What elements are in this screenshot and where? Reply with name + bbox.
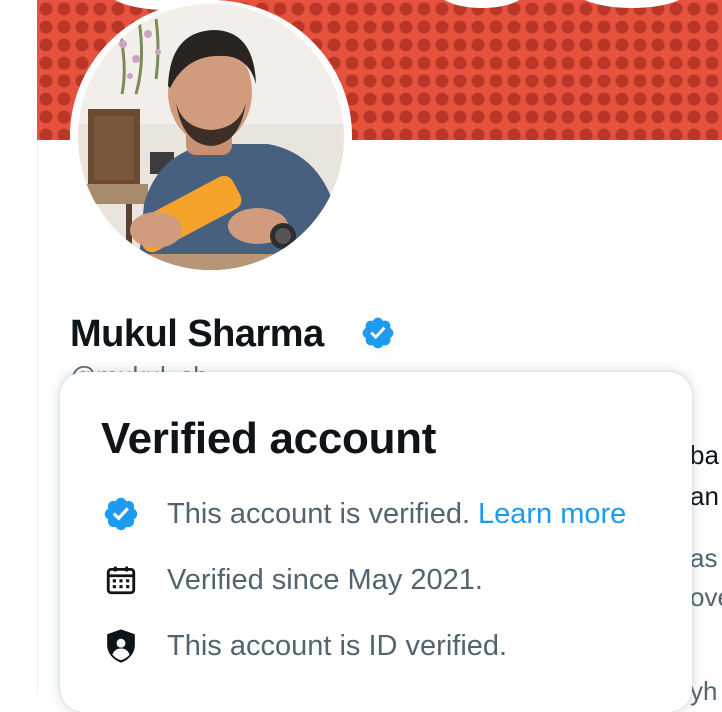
left-border [0, 0, 38, 694]
bio-text-fragment: yh [690, 676, 718, 706]
avatar[interactable] [78, 4, 344, 270]
popover-title: Verified account [101, 414, 437, 463]
bio-text-fragment: an [690, 481, 719, 511]
bio-text-fragment: ba [690, 440, 719, 470]
verified-text: This account is verified. [167, 497, 471, 530]
learn-more-link[interactable]: Learn more [478, 498, 626, 531]
profile-name: Mukul Sharma [70, 313, 324, 355]
bio-text-fragment: ove [690, 582, 722, 612]
id-shield-icon [102, 627, 140, 665]
verified-badge-icon[interactable] [360, 315, 396, 351]
verified-account-popover: Verified account This account is verifie… [60, 372, 692, 712]
verified-row: This account is verified. Learn more [102, 494, 626, 534]
calendar-icon [102, 561, 140, 599]
id-verified-row: This account is ID verified. [102, 626, 507, 666]
banner-art [577, 0, 687, 8]
id-verified-text: This account is ID verified. [167, 629, 508, 662]
bio-text-fragment: as [690, 543, 718, 573]
profile-photo-icon [78, 4, 344, 270]
verified-since-row: Verified since May 2021. [102, 560, 483, 600]
banner-art [437, 0, 527, 8]
verified-badge-icon [102, 495, 140, 533]
verified-since-text: Verified since May 2021. [167, 563, 483, 596]
